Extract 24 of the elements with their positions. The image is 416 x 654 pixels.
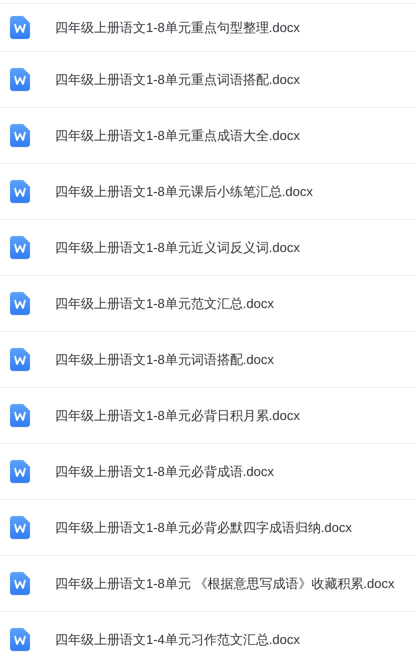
file-name[interactable]: 四年级上册语文1-8单元词语搭配.docx <box>55 350 274 370</box>
word-document-icon <box>10 68 30 91</box>
word-document-icon <box>10 404 30 427</box>
file-name[interactable]: 四年级上册语文1-8单元必背日积月累.docx <box>55 406 300 426</box>
word-document-icon <box>10 628 30 651</box>
word-document-icon <box>10 460 30 483</box>
file-name[interactable]: 四年级上册语文1-4单元习作范文汇总.docx <box>55 630 300 650</box>
file-name[interactable]: 四年级上册语文1-8单元必背必默四字成语归纳.docx <box>55 518 352 538</box>
word-document-icon <box>10 292 30 315</box>
word-document-icon <box>10 124 30 147</box>
word-document-icon <box>10 348 30 371</box>
file-name[interactable]: 四年级上册语文1-8单元重点成语大全.docx <box>55 126 300 146</box>
file-name[interactable]: 四年级上册语文1-8单元范文汇总.docx <box>55 294 274 314</box>
word-document-icon <box>10 180 30 203</box>
word-document-icon <box>10 16 30 39</box>
file-name[interactable]: 四年级上册语文1-8单元课后小练笔汇总.docx <box>55 182 313 202</box>
file-name[interactable]: 四年级上册语文1-8单元 《根据意思写成语》收藏积累.docx <box>55 574 394 594</box>
word-document-icon <box>10 236 30 259</box>
file-name[interactable]: 四年级上册语文1-8单元重点句型整理.docx <box>55 18 300 38</box>
word-document-icon <box>10 516 30 539</box>
word-document-icon <box>10 572 30 595</box>
file-name[interactable]: 四年级上册语文1-8单元近义词反义词.docx <box>55 238 300 258</box>
file-name[interactable]: 四年级上册语文1-8单元必背成语.docx <box>55 462 274 482</box>
file-name[interactable]: 四年级上册语文1-8单元重点词语搭配.docx <box>55 70 300 90</box>
